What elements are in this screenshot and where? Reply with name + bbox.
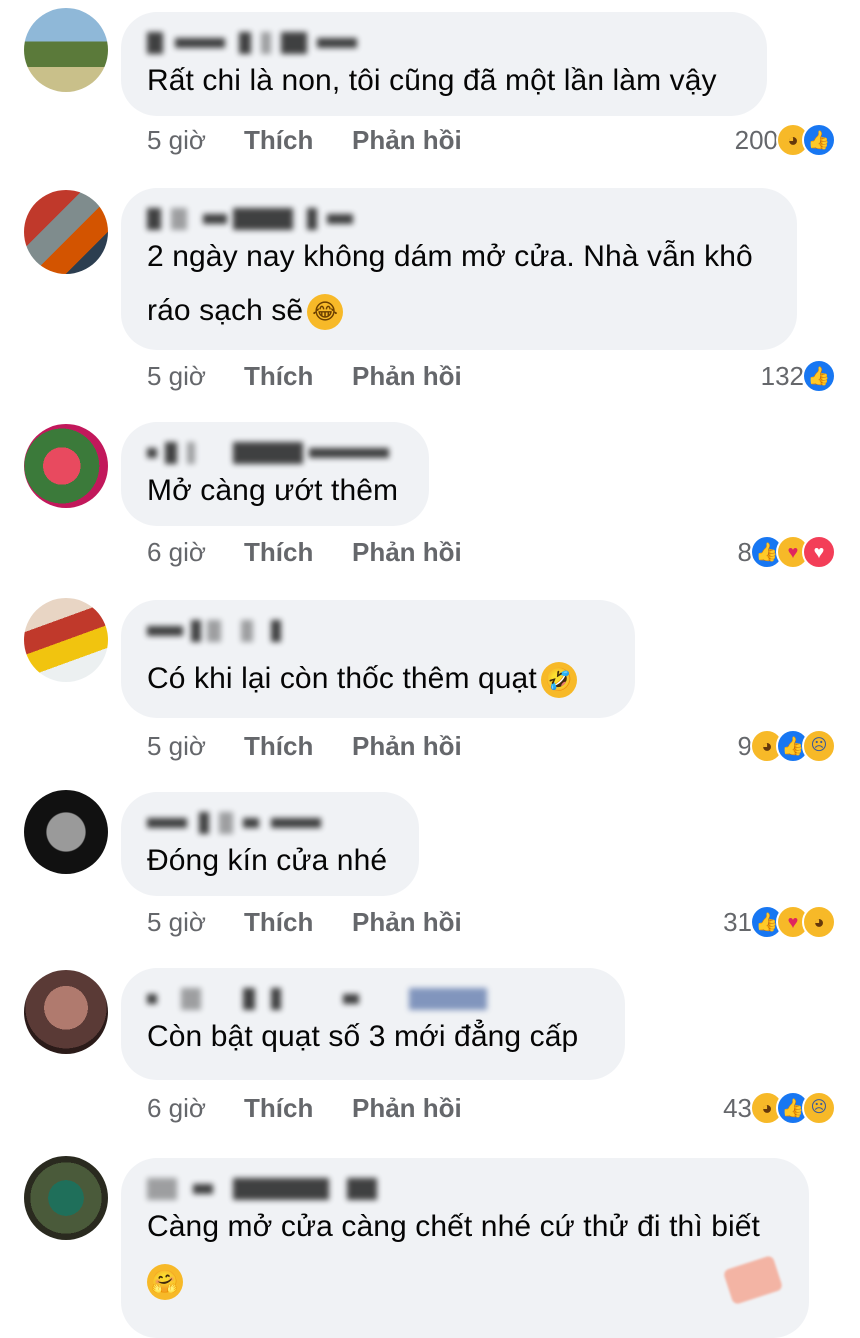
comment-actions: 5 giờ Thích Phản hồi bbox=[147, 120, 462, 160]
avatar[interactable] bbox=[24, 190, 108, 274]
avatar[interactable] bbox=[24, 790, 108, 874]
reaction-summary[interactable]: 8 👍 ♥ ♥ bbox=[738, 532, 836, 572]
reply-button[interactable]: Phản hồi bbox=[352, 120, 462, 160]
comment-time[interactable]: 5 giờ bbox=[147, 902, 244, 942]
reply-button[interactable]: Phản hồi bbox=[352, 902, 462, 942]
like-button[interactable]: Thích bbox=[244, 726, 352, 766]
comment-actions: 6 giờ Thích Phản hồi bbox=[147, 1088, 462, 1128]
commenter-name-blurred[interactable] bbox=[147, 32, 741, 54]
reply-button[interactable]: Phản hồi bbox=[352, 1088, 462, 1128]
comment-text-line: 2 ngày nay không dám mở cửa. Nhà vẫn khô bbox=[147, 240, 753, 273]
comment-text: Mở càng ướt thêm bbox=[147, 474, 399, 507]
comment-time[interactable]: 5 giờ bbox=[147, 356, 244, 396]
reaction-count: 200 bbox=[734, 124, 778, 155]
comment-time[interactable]: 6 giờ bbox=[147, 1088, 244, 1128]
comment-bubble: Đóng kín cửa nhé bbox=[121, 792, 419, 896]
comment-bubble: Mở càng ướt thêm bbox=[121, 422, 429, 526]
like-button[interactable]: Thích bbox=[244, 902, 352, 942]
comment-text-line: ráo sạch sẽ 😂 bbox=[147, 284, 771, 338]
reaction-summary[interactable]: 43 ◕ 👍 ☹ bbox=[723, 1088, 836, 1128]
avatar[interactable] bbox=[24, 8, 108, 92]
like-button[interactable]: Thích bbox=[244, 356, 352, 396]
sad-face-icon: ☹ bbox=[802, 1091, 836, 1125]
thumbs-up-icon: 👍 bbox=[802, 123, 836, 157]
avatar[interactable] bbox=[24, 970, 108, 1054]
comment-text: Đóng kín cửa nhé bbox=[147, 844, 388, 877]
reaction-summary[interactable]: 200 ◕ 👍 bbox=[735, 120, 836, 160]
comment-bubble: 2 ngày nay không dám mở cửa. Nhà vẫn khô… bbox=[121, 188, 797, 350]
avatar[interactable] bbox=[24, 598, 108, 682]
hugging-face-emoji: 🤗 bbox=[147, 1264, 183, 1301]
reaction-summary[interactable]: 132 👍 bbox=[761, 356, 836, 396]
like-button[interactable]: Thích bbox=[244, 120, 352, 160]
comment-actions: 5 giờ Thích Phản hồi bbox=[147, 902, 462, 942]
heart-icon: ♥ bbox=[802, 535, 836, 569]
comment-text-line: 🤗 bbox=[147, 1254, 783, 1308]
avatar[interactable] bbox=[24, 424, 108, 508]
comment-time[interactable]: 6 giờ bbox=[147, 532, 244, 572]
comment-bubble: Có khi lại còn thốc thêm quạt 🤣 bbox=[121, 600, 635, 718]
comment-time[interactable]: 5 giờ bbox=[147, 726, 244, 766]
reaction-summary[interactable]: 31 👍 ♥ ◕ bbox=[723, 902, 836, 942]
avatar[interactable] bbox=[24, 1156, 108, 1240]
reply-button[interactable]: Phản hồi bbox=[352, 726, 462, 766]
commenter-name-blurred[interactable] bbox=[147, 620, 609, 642]
comment-text: Còn bật quạt số 3 mới đẳng cấp bbox=[147, 1020, 579, 1053]
commenter-name-blurred[interactable] bbox=[147, 208, 771, 230]
comment-bubble: Còn bật quạt số 3 mới đẳng cấp bbox=[121, 968, 625, 1080]
comment-actions: 5 giờ Thích Phản hồi bbox=[147, 726, 462, 766]
tears-of-joy-emoji: 😂 bbox=[307, 294, 344, 331]
comment-bubble: Càng mở cửa càng chết nhé cứ thử đi thì … bbox=[121, 1158, 809, 1338]
reply-button[interactable]: Phản hồi bbox=[352, 532, 462, 572]
commenter-name-blurred[interactable] bbox=[147, 442, 403, 464]
like-button[interactable]: Thích bbox=[244, 532, 352, 572]
thumbs-up-icon: 👍 bbox=[802, 359, 836, 393]
reply-button[interactable]: Phản hồi bbox=[352, 356, 462, 396]
laughing-face-icon: ◕ bbox=[802, 905, 836, 939]
reaction-count: 132 bbox=[760, 360, 804, 391]
sad-face-icon: ☹ bbox=[802, 729, 836, 763]
commenter-name-blurred[interactable] bbox=[147, 988, 599, 1010]
comment-text: Rất chi là non, tôi cũng đã một lần làm … bbox=[147, 64, 717, 97]
rofl-emoji: 🤣 bbox=[540, 662, 577, 699]
commenter-name-blurred[interactable] bbox=[147, 1178, 783, 1200]
comment-text-line: Càng mở cửa càng chết nhé cứ thử đi thì … bbox=[147, 1210, 760, 1243]
comment-bubble: Rất chi là non, tôi cũng đã một lần làm … bbox=[121, 12, 767, 116]
comment-actions: 6 giờ Thích Phản hồi bbox=[147, 532, 462, 572]
reaction-summary[interactable]: 9 ◕ 👍 ☹ bbox=[738, 726, 836, 766]
like-button[interactable]: Thích bbox=[244, 1088, 352, 1128]
commenter-name-blurred[interactable] bbox=[147, 812, 393, 834]
comment-actions: 5 giờ Thích Phản hồi bbox=[147, 356, 462, 396]
comment-time[interactable]: 5 giờ bbox=[147, 120, 244, 160]
reaction-count: 43 bbox=[723, 1092, 752, 1123]
reaction-count: 31 bbox=[723, 906, 752, 937]
comment-text: Có khi lại còn thốc thêm quạt 🤣 bbox=[147, 652, 609, 706]
